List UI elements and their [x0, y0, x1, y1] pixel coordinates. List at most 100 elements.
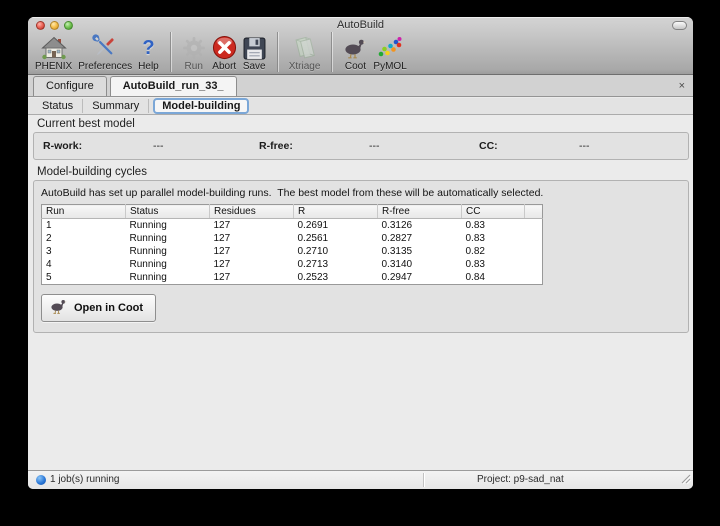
col-header-status: Status — [126, 205, 210, 219]
pymol-icon — [377, 33, 403, 60]
main-tab-bar: Configure AutoBuild_run_33_ × — [28, 75, 693, 97]
coot-button[interactable]: Coot — [343, 33, 367, 72]
phenix-home-icon — [41, 33, 67, 60]
job-status-icon — [36, 475, 46, 485]
tab-autobuild-run[interactable]: AutoBuild_run_33_ — [110, 76, 237, 96]
tab-summary[interactable]: Summary — [83, 99, 149, 113]
cell-residues: 127 — [210, 258, 294, 271]
abort-icon — [212, 33, 237, 60]
toolbar-separator — [170, 32, 171, 72]
cell-r: 0.2523 — [294, 271, 378, 285]
run-gear-icon — [182, 33, 206, 60]
col-header-cc: CC — [462, 205, 525, 219]
cell-run: 3 — [42, 245, 126, 258]
open-in-coot-button[interactable]: Open in Coot — [41, 294, 156, 322]
screen: AutoBuild PHENI — [0, 0, 720, 526]
close-window-button[interactable] — [36, 21, 45, 30]
cc-label: CC: — [479, 140, 498, 152]
cell-cc: 0.83 — [462, 219, 525, 233]
tab-status[interactable]: Status — [33, 99, 83, 113]
coot-bird-icon — [343, 33, 367, 60]
toolbar-item-label: Xtriage — [289, 61, 321, 72]
toolbar-item-label: Coot — [345, 61, 366, 72]
xtriage-button[interactable]: Xtriage — [289, 33, 321, 72]
phenix-home-button[interactable]: PHENIX — [35, 33, 72, 72]
help-button[interactable]: ? Help — [138, 33, 159, 72]
status-bar: 1 job(s) running Project: p9-sad_nat — [28, 470, 693, 489]
table-row[interactable]: 5 Running 127 0.2523 0.2947 0.84 — [42, 271, 543, 285]
cycles-description: AutoBuild has set up parallel model-buil… — [41, 187, 543, 199]
cell-run: 5 — [42, 271, 126, 285]
cell-r-free: 0.3140 — [378, 258, 462, 271]
cell-status: Running — [126, 219, 210, 233]
table-row[interactable]: 4 Running 127 0.2713 0.3140 0.83 — [42, 258, 543, 271]
cell-residues: 127 — [210, 271, 294, 285]
cell-run: 1 — [42, 219, 126, 233]
model-building-cycles-box: AutoBuild has set up parallel model-buil… — [33, 180, 689, 333]
title-bar: AutoBuild — [28, 17, 693, 33]
toolbar-item-label: Run — [185, 61, 203, 72]
resize-grip[interactable] — [679, 472, 691, 487]
toolbar-toggle-button[interactable] — [672, 21, 687, 30]
current-best-model-box: R-work: --- R-free: --- CC: --- — [33, 132, 689, 160]
table-row[interactable]: 1 Running 127 0.2691 0.3126 0.83 — [42, 219, 543, 233]
cell-cc: 0.84 — [462, 271, 525, 285]
col-header-spare — [525, 205, 543, 219]
xtriage-crystal-icon — [293, 33, 317, 60]
r-free-label: R-free: — [259, 140, 293, 152]
toolbar-separator — [331, 32, 332, 72]
model-building-panel: Current best model R-work: --- R-free: -… — [28, 116, 693, 470]
preferences-button[interactable]: Preferences — [78, 33, 132, 72]
cell-residues: 127 — [210, 245, 294, 258]
cell-spare — [525, 271, 543, 285]
cell-status: Running — [126, 271, 210, 285]
col-header-run: Run — [42, 205, 126, 219]
col-header-r: R — [294, 205, 378, 219]
pymol-button[interactable]: PyMOL — [373, 33, 406, 72]
status-bar-divider — [423, 473, 424, 487]
cell-status: Running — [126, 258, 210, 271]
zoom-window-button[interactable] — [64, 21, 73, 30]
jobs-running-text: 1 job(s) running — [50, 474, 119, 485]
abort-button[interactable]: Abort — [212, 33, 237, 72]
cell-cc: 0.83 — [462, 232, 525, 245]
preferences-tools-icon — [92, 33, 118, 60]
model-building-runs-table: Run Status Residues R R-free CC 1 Runni — [41, 204, 543, 285]
table-row[interactable]: 3 Running 127 0.2710 0.3135 0.82 — [42, 245, 543, 258]
tab-configure[interactable]: Configure — [33, 76, 107, 96]
current-best-model-section-title: Current best model — [37, 118, 135, 130]
col-header-r-free: R-free — [378, 205, 462, 219]
minimize-window-button[interactable] — [50, 21, 59, 30]
cell-spare — [525, 258, 543, 271]
cell-run: 2 — [42, 232, 126, 245]
cell-r: 0.2561 — [294, 232, 378, 245]
toolbar-separator — [277, 32, 278, 72]
toolbar-item-label: Preferences — [78, 61, 132, 72]
run-button[interactable]: Run — [182, 33, 206, 72]
close-tab-icon[interactable]: × — [679, 79, 685, 93]
cell-spare — [525, 245, 543, 258]
cell-cc: 0.82 — [462, 245, 525, 258]
col-header-residues: Residues — [210, 205, 294, 219]
tab-model-building[interactable]: Model-building — [153, 98, 249, 114]
table-header-row: Run Status Residues R R-free CC — [42, 205, 543, 219]
sub-tab-bar: Status Summary Model-building — [28, 98, 693, 115]
cell-r: 0.2710 — [294, 245, 378, 258]
save-floppy-icon — [243, 33, 266, 60]
cell-r-free: 0.2827 — [378, 232, 462, 245]
save-button[interactable]: Save — [243, 33, 266, 72]
autobuild-window: AutoBuild PHENI — [28, 17, 693, 489]
coot-bird-icon — [49, 298, 68, 318]
window-chrome: AutoBuild PHENI — [28, 17, 693, 75]
cc-value: --- — [579, 140, 590, 152]
toolbar-item-label: Save — [243, 61, 266, 72]
r-work-value: --- — [153, 140, 164, 152]
toolbar-item-label: PyMOL — [373, 61, 406, 72]
cell-r: 0.2691 — [294, 219, 378, 233]
table-row[interactable]: 2 Running 127 0.2561 0.2827 0.83 — [42, 232, 543, 245]
model-building-cycles-section-title: Model-building cycles — [37, 166, 147, 178]
cell-status: Running — [126, 232, 210, 245]
cell-r: 0.2713 — [294, 258, 378, 271]
cell-residues: 127 — [210, 219, 294, 233]
project-text: Project: p9-sad_nat — [477, 474, 564, 485]
